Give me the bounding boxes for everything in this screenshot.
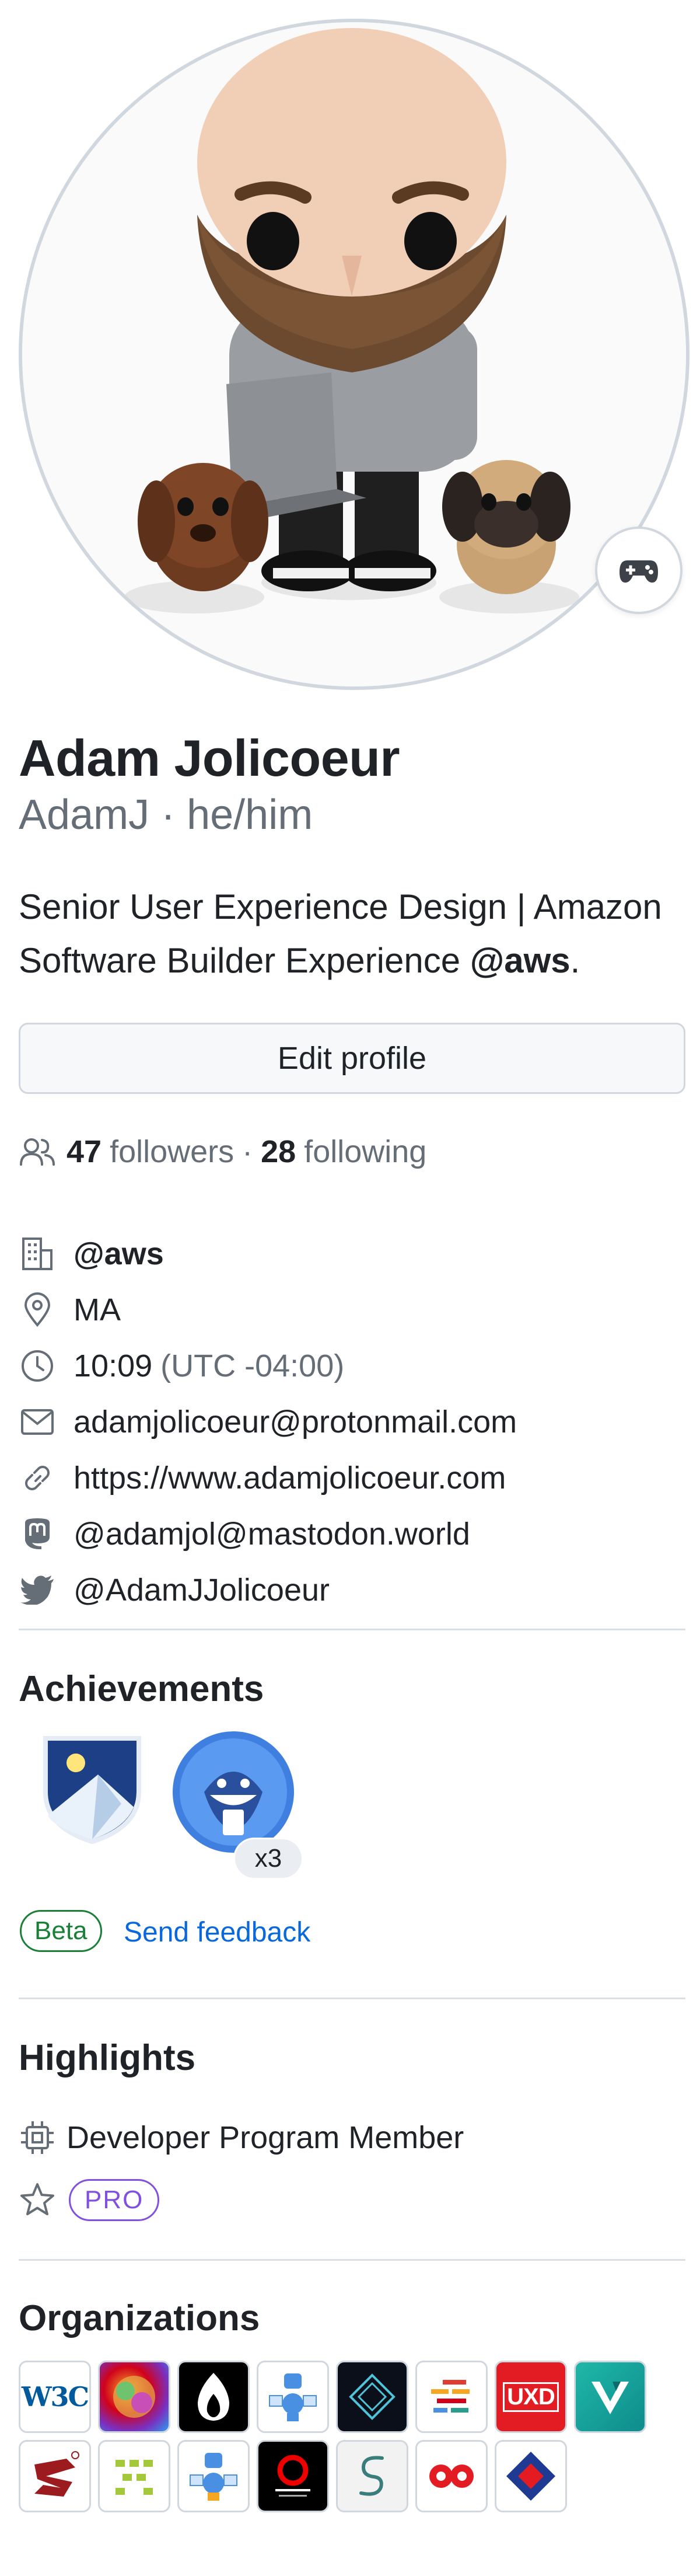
developer-program-text: Developer Program Member	[66, 2120, 464, 2155]
org-mascot-1[interactable]	[257, 2361, 329, 2433]
highlight-developer-program: Developer Program Member	[19, 2119, 464, 2156]
following-label: following	[304, 1134, 427, 1169]
achievement-badge-shark[interactable]	[169, 1728, 294, 1853]
location-text: MA	[74, 1292, 121, 1327]
avatar-illustration	[22, 22, 686, 686]
org-colorful[interactable]	[98, 2361, 170, 2433]
achievements-heading: Achievements	[19, 1669, 264, 1709]
uxd-logo: UXD	[503, 2382, 559, 2412]
mastodon-icon	[19, 1515, 56, 1553]
following-link[interactable]: 28 following	[261, 1134, 426, 1170]
avatar[interactable]	[19, 19, 690, 690]
shark-badge-icon	[173, 1731, 294, 1853]
following-count: 28	[261, 1134, 296, 1169]
shield-mountain-badge-icon	[43, 1736, 141, 1845]
edit-profile-button[interactable]: Edit profile	[19, 1023, 685, 1094]
mascot-icon	[269, 2373, 317, 2421]
org-red-s[interactable]	[19, 2440, 91, 2512]
org-diamond[interactable]	[336, 2361, 408, 2433]
org-openshift[interactable]	[257, 2440, 329, 2512]
org-v-logo[interactable]	[574, 2361, 646, 2433]
pro-badge: PRO	[69, 2179, 160, 2221]
org-script-s[interactable]	[336, 2440, 408, 2512]
star-icon	[20, 2183, 54, 2215]
twitter-icon	[19, 1571, 56, 1609]
diamond-icon	[349, 2373, 396, 2420]
detail-email: adamjolicoeur@protonmail.com	[19, 1394, 517, 1450]
colorful-brain-icon	[113, 2376, 155, 2418]
send-feedback-link[interactable]: Send feedback	[124, 1916, 310, 1948]
red-s-logo-icon	[34, 2451, 79, 2497]
profile-name: Adam Jolicoeur	[19, 729, 400, 787]
people-icon	[20, 1138, 55, 1166]
org-flame[interactable]	[177, 2361, 250, 2433]
highlight-pro: PRO	[19, 2179, 160, 2221]
org-green-grid[interactable]	[98, 2440, 170, 2512]
bio-line-1: Senior User Experience Design | Amazon	[19, 887, 662, 926]
followers-label: followers	[110, 1134, 235, 1169]
profile-login-pronouns: AdamJ · he/him	[19, 792, 313, 838]
badge-multiplier: x3	[233, 1838, 303, 1880]
achievement-badge-shield[interactable]	[34, 1728, 150, 1845]
mail-icon	[19, 1403, 56, 1441]
location-icon	[19, 1291, 56, 1329]
cpu-icon	[21, 2121, 54, 2154]
bio-suffix: .	[570, 941, 580, 980]
organizations-heading: Organizations	[19, 2298, 260, 2338]
blue-diamond-icon	[506, 2452, 555, 2501]
profile-details: @aws MA 10:09 (UTC -04:00) adamjolicoeur…	[19, 1226, 517, 1618]
org-blue-diamond[interactable]	[495, 2440, 567, 2512]
section-divider	[19, 1629, 685, 1630]
beta-label: Beta	[20, 1910, 102, 1952]
follow-stats: 47 followers · 28 following	[19, 1134, 426, 1170]
twitter-link[interactable]: @AdamJJolicoeur	[74, 1572, 330, 1608]
bio-line-2-text: Software Builder Experience	[19, 941, 470, 980]
detail-time: 10:09 (UTC -04:00)	[19, 1338, 517, 1394]
colored-bars-icon	[431, 2380, 470, 2413]
detail-mastodon: @adamjol@mastodon.world	[19, 1506, 517, 1562]
mascot-icon	[190, 2453, 237, 2501]
green-grid-icon	[116, 2460, 153, 2495]
org-mascot-2[interactable]	[177, 2440, 250, 2512]
v-logo-icon	[592, 2382, 629, 2414]
company-link[interactable]: @aws	[74, 1236, 164, 1272]
status-button[interactable]	[595, 527, 682, 614]
followers-link[interactable]: 47 followers	[66, 1134, 234, 1170]
section-divider	[19, 2259, 685, 2261]
bio-handle-link[interactable]: @aws	[470, 941, 570, 980]
followers-count: 47	[66, 1134, 102, 1169]
openshift-logo-icon	[275, 2455, 310, 2497]
red-loop-icon	[429, 2465, 474, 2488]
mastodon-link[interactable]: @adamjol@mastodon.world	[74, 1516, 470, 1552]
detail-company: @aws	[19, 1226, 517, 1282]
detail-website: https://www.adamjolicoeur.com	[19, 1450, 517, 1506]
avatar-container	[19, 19, 690, 690]
gamepad-icon	[620, 560, 658, 583]
highlights-heading: Highlights	[19, 2038, 196, 2078]
clock-icon	[19, 1347, 56, 1385]
bio-line-2: Software Builder Experience @aws.	[19, 934, 690, 988]
flame-icon	[198, 2373, 229, 2421]
section-divider	[19, 1998, 685, 1999]
detail-twitter: @AdamJJolicoeur	[19, 1562, 517, 1618]
local-time: 10:09	[74, 1348, 153, 1383]
script-s-icon	[359, 2456, 384, 2496]
org-red-loop[interactable]	[415, 2440, 488, 2512]
detail-location: MA	[19, 1282, 517, 1338]
org-w3c[interactable]: W3C	[19, 2361, 91, 2433]
w3c-logo: W3C	[21, 2381, 89, 2413]
organization-icon	[19, 1235, 56, 1273]
email-link[interactable]: adamjolicoeur@protonmail.com	[74, 1404, 517, 1440]
org-uxd[interactable]: UXD	[495, 2361, 567, 2433]
timezone: (UTC -04:00)	[160, 1348, 345, 1383]
profile-bio: Senior User Experience Design | Amazon S…	[19, 880, 690, 988]
website-link[interactable]: https://www.adamjolicoeur.com	[74, 1460, 506, 1496]
link-icon	[19, 1459, 56, 1497]
org-bars[interactable]	[415, 2361, 488, 2433]
follow-separator: ·	[242, 1134, 253, 1169]
